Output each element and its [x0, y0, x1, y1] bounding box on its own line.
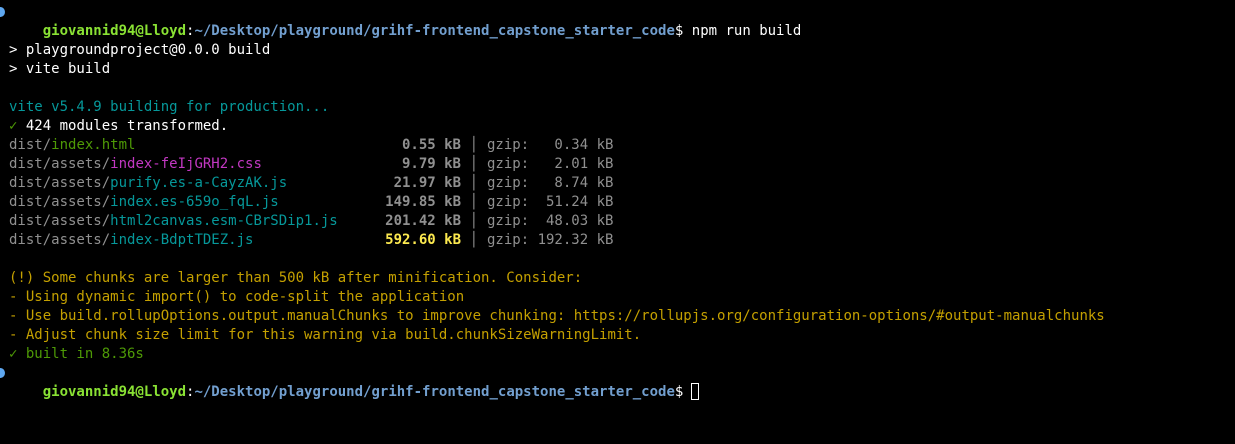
prompt-marker-icon — [0, 7, 5, 17]
file-gzip-size: gzip: 2.01 kB — [487, 156, 614, 172]
file-dir: dist/assets/ — [9, 213, 111, 229]
npm-output-line: > playgroundproject@0.0.0 build — [9, 42, 271, 58]
file-gzip-size: gzip: 51.24 kB — [487, 194, 614, 210]
file-row: dist/assets/index.es-659o_fqL.js 149.85 k… — [0, 193, 1235, 212]
terminal-window[interactable]: giovannid94@Lloyd:~/Desktop/playground/g… — [0, 3, 1235, 443]
prompt-path: ~/Desktop/playground/grihf-frontend_caps… — [194, 384, 675, 400]
file-path: dist/assets/purify.es-a-CayzAK.js — [9, 174, 377, 193]
file-path: dist/assets/index.es-659o_fqL.js — [9, 193, 377, 212]
file-size: 21.97 kB — [393, 175, 461, 191]
built-line: ✓ built in 8.36s — [9, 346, 144, 362]
file-name: html2canvas.esm-CBrSDip1.js — [110, 213, 338, 229]
file-dir: dist/assets/ — [9, 194, 111, 210]
file-gzip-size: gzip: 192.32 kB — [487, 232, 614, 248]
file-gzip-size: gzip: 0.34 kB — [487, 137, 614, 153]
file-path: dist/assets/index-feIjGRH2.css — [9, 155, 377, 174]
file-dir: dist/assets/ — [9, 232, 111, 248]
file-path: dist/index.html — [9, 136, 377, 155]
prompt-user-host: giovannid94@Lloyd — [42, 384, 187, 400]
column-separator: │ — [469, 137, 479, 153]
file-name: index.html — [51, 137, 136, 153]
file-row: dist/index.html 0.55 kB │ gzip: 0.34 kB — [0, 136, 1235, 155]
vite-building-line: vite v5.4.9 building for production... — [9, 99, 330, 115]
prompt-symbol: $ — [674, 384, 684, 400]
file-name: purify.es-a-CayzAK.js — [110, 175, 288, 191]
file-dir: dist/assets/ — [9, 156, 111, 172]
warning-line: (!) Some chunks are larger than 500 kB a… — [9, 270, 583, 286]
npm-output-line: > vite build — [9, 61, 111, 77]
file-row: dist/assets/html2canvas.esm-CBrSDip1.js 2… — [0, 212, 1235, 231]
file-size: 0.55 kB — [401, 137, 461, 153]
file-size: 149.85 kB — [385, 194, 461, 210]
file-name: index.es-659o_fqL.js — [110, 194, 279, 210]
prompt-line: giovannid94@Lloyd:~/Desktop/playground/g… — [0, 364, 1235, 400]
column-separator: │ — [469, 213, 479, 229]
prompt-marker-icon — [0, 368, 5, 378]
build-output-file-list: dist/index.html 0.55 kB │ gzip: 0.34 kB dist… — [0, 136, 1235, 250]
column-separator: │ — [469, 156, 479, 172]
file-name: index-BdptTDEZ.js — [110, 232, 254, 248]
column-separator: │ — [469, 194, 479, 210]
file-path: dist/assets/index-BdptTDEZ.js — [9, 231, 377, 250]
file-row: dist/assets/index-BdptTDEZ.js 592.60 kB │ g… — [0, 231, 1235, 250]
file-gzip-size: gzip: 48.03 kB — [487, 213, 614, 229]
file-row: dist/assets/purify.es-a-CayzAK.js 21.97 k… — [0, 174, 1235, 193]
modules-line: ✓ 424 modules transformed. — [0, 117, 1235, 136]
file-gzip-size: gzip: 8.74 kB — [487, 175, 614, 191]
file-row: dist/assets/index-feIjGRH2.css 9.79 kB │ gz… — [0, 155, 1235, 174]
file-size: 592.60 kB — [385, 232, 461, 248]
warning-line: - Use build.rollupOptions.output.manualC… — [9, 308, 1105, 324]
modules-text: 424 modules transformed. — [17, 118, 229, 134]
warning-line: - Using dynamic import() to code-split t… — [9, 289, 465, 305]
column-separator: │ — [469, 232, 479, 248]
column-separator: │ — [469, 175, 479, 191]
prompt-line: giovannid94@Lloyd:~/Desktop/playground/g… — [0, 3, 1235, 39]
file-size: 9.79 kB — [401, 156, 461, 172]
file-dir: dist/ — [9, 137, 52, 153]
file-size: 201.42 kB — [385, 213, 461, 229]
file-name: index-feIjGRH2.css — [110, 156, 262, 172]
warning-line: - Adjust chunk size limit for this warni… — [9, 327, 642, 343]
terminal-cursor[interactable] — [691, 383, 700, 400]
file-dir: dist/assets/ — [9, 175, 111, 191]
file-path: dist/assets/html2canvas.esm-CBrSDip1.js — [9, 212, 377, 231]
